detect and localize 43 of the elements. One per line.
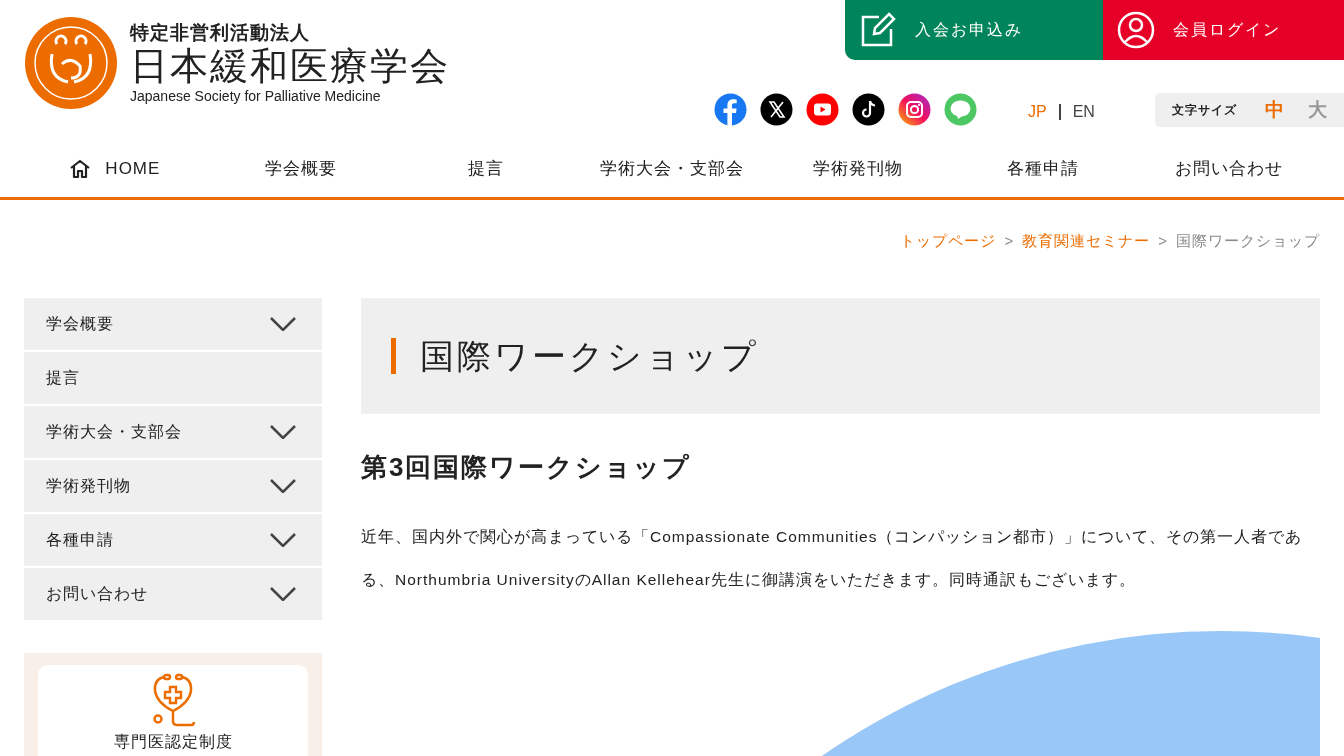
- join-button[interactable]: 入会お申込み: [845, 0, 1103, 60]
- nav-link[interactable]: 学術大会・支部会: [579, 140, 765, 197]
- nav-link[interactable]: 学術発刊物: [764, 140, 951, 197]
- breadcrumb-separator: >: [1158, 230, 1168, 251]
- sidebar-item[interactable]: 学術発刊物: [24, 460, 322, 512]
- sidebar-item[interactable]: お問い合わせ: [24, 568, 322, 620]
- breadcrumb-current: 国際ワークショップ: [1176, 230, 1320, 251]
- page-title: 国際ワークショップ: [420, 335, 759, 377]
- chevron-down-icon: [270, 317, 296, 331]
- chevron-down-icon: [270, 425, 296, 439]
- logo-english-name: Japanese Society for Palliative Medicine: [130, 88, 382, 104]
- nav-link[interactable]: お問い合わせ: [1136, 140, 1323, 197]
- sidebar-item[interactable]: 提言: [24, 352, 322, 404]
- tiktok-icon[interactable]: [852, 93, 885, 126]
- logo-title: 日本緩和医療学会: [130, 44, 450, 88]
- sidebar-item[interactable]: 学会概要: [24, 298, 322, 350]
- instagram-icon[interactable]: [898, 93, 931, 126]
- logo-emblem-icon: [24, 16, 118, 110]
- sidebar-item[interactable]: 各種申請: [24, 514, 322, 566]
- user-icon: [1117, 11, 1155, 49]
- certification-card[interactable]: 専門医認定制度: [38, 665, 308, 756]
- youtube-icon[interactable]: [806, 93, 839, 126]
- x-icon[interactable]: [760, 93, 793, 126]
- language-link[interactable]: EN: [1072, 100, 1095, 124]
- chevron-down-icon: [270, 479, 296, 493]
- stethoscope-icon: [150, 673, 196, 729]
- nav-link[interactable]: 提言: [393, 140, 580, 197]
- card-title: 専門医認定制度: [113, 733, 233, 751]
- font-size-label: 文字サイズ: [1172, 102, 1237, 119]
- chevron-down-icon: [270, 587, 296, 601]
- facebook-icon[interactable]: [714, 93, 747, 126]
- intro-paragraph: 近年、国内外で関心が高まっている「Compassionate Communities（コンパッション都市）」について、その第一人者である、Northumbria UniversityのAllan Kellehear先生に御講演をいただきます。同時通訳もございます。: [361, 527, 1304, 590]
- logo-subtitle: 特定非営利活動法人: [130, 22, 311, 44]
- sidebar-item[interactable]: 学術大会・支部会: [24, 406, 322, 458]
- breadcrumb-separator: >: [1004, 230, 1015, 251]
- nav-link[interactable]: 各種申請: [950, 140, 1137, 197]
- edit-icon: [859, 11, 897, 49]
- login-button[interactable]: 会員ログイン: [1103, 0, 1344, 60]
- home-icon: [69, 158, 92, 179]
- nav-link[interactable]: HOME: [22, 140, 208, 197]
- section-title: 第3回国際ワークショップ: [361, 451, 693, 484]
- nav-link[interactable]: 学会概要: [207, 140, 394, 197]
- chevron-down-icon: [270, 533, 296, 547]
